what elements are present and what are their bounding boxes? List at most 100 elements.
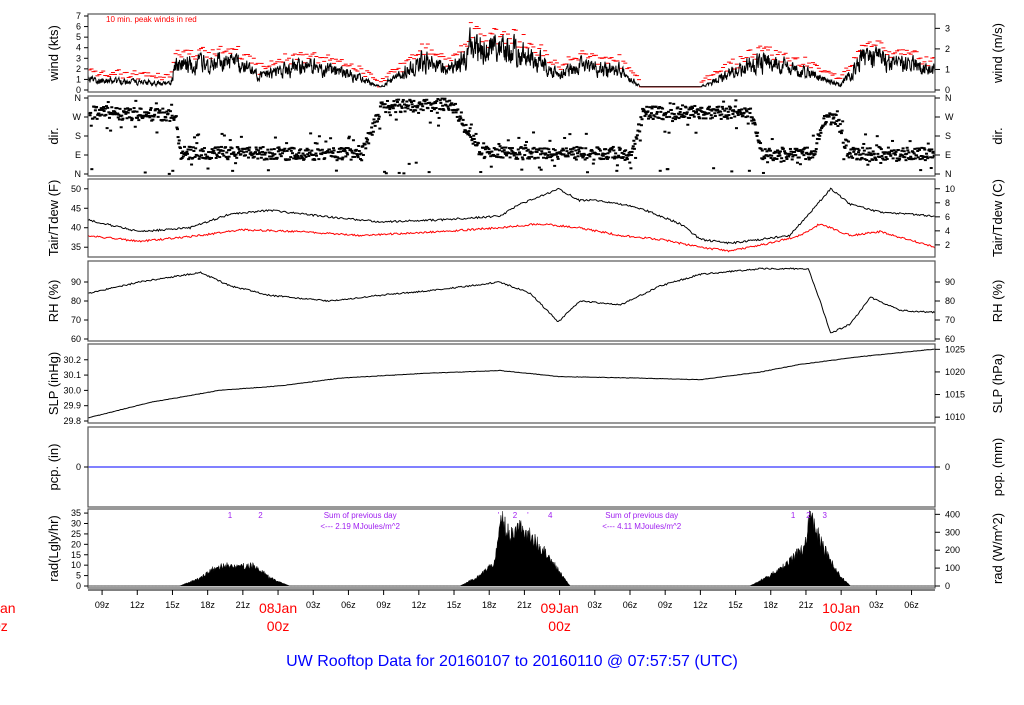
right-tick-label: S	[945, 131, 951, 141]
wind-dir-mark	[373, 124, 377, 127]
wind-dir-mark	[425, 98, 429, 101]
wind-dir-mark	[672, 113, 676, 116]
wind-dir-mark	[530, 155, 534, 158]
wind-dir-mark	[733, 115, 737, 118]
wind-dir-mark	[253, 151, 257, 154]
left-tick-label: W	[73, 112, 82, 122]
wind-dir-mark	[397, 98, 401, 101]
wind-dir-mark	[801, 150, 805, 153]
wind-dir-mark	[377, 117, 381, 120]
wind-dir-mark	[648, 114, 652, 117]
wind-dir-mark	[277, 146, 281, 149]
wind-dir-mark	[456, 108, 460, 111]
wind-dir-mark	[618, 147, 622, 150]
right-tick-label: 1020	[945, 367, 965, 377]
wind-dir-mark	[378, 105, 382, 108]
wind-dir-mark	[818, 129, 822, 132]
wind-dir-mark	[434, 102, 438, 105]
x-tick-label: 03z	[306, 600, 321, 610]
wind-dir-mark	[249, 151, 253, 154]
wind-dir-mark	[483, 155, 487, 158]
wind-dir-mark	[304, 155, 308, 158]
wind-dir-mark	[421, 109, 425, 112]
wind-dir-mark	[426, 107, 430, 110]
wind-dir-mark	[225, 151, 229, 154]
right-tick-label: 80	[945, 296, 955, 306]
wind-dir-mark	[630, 150, 634, 153]
wind-dir-mark	[247, 149, 251, 152]
wind-dir-mark	[919, 169, 923, 172]
wind-dir-mark	[700, 106, 704, 109]
wind-dir-mark	[781, 147, 785, 150]
wind-dir-mark	[666, 110, 670, 113]
wind-dir-mark	[405, 100, 409, 103]
rad-hour-mark: 4	[548, 511, 553, 520]
wind-dir-mark	[232, 151, 236, 154]
wind-dir-mark	[885, 158, 889, 161]
wind-dir-mark	[547, 151, 551, 154]
wind-dir-mark	[597, 153, 601, 156]
wind-dir-mark	[370, 133, 374, 136]
wind-dir-mark	[372, 118, 376, 121]
wind-dir-mark	[228, 139, 232, 142]
wind-dir-mark	[399, 111, 403, 114]
wind-dir-mark	[822, 117, 826, 120]
wind-dir-mark	[414, 161, 418, 164]
wind-dir-mark	[627, 153, 631, 156]
wind-dir-mark	[367, 142, 371, 145]
wind-dir-mark	[290, 152, 294, 155]
wind-dir-mark	[384, 172, 388, 175]
wind-dir-mark	[242, 151, 246, 154]
wind-dir-mark	[673, 118, 677, 121]
wind-dir-mark	[376, 113, 380, 116]
panel-rad: 1 2 ' 2 ' 4 1 2 3 Sum of previous day <--- 2.19 MJ…	[46, 508, 1005, 591]
wind-dir-mark	[143, 171, 147, 174]
wind-dir-mark	[905, 146, 909, 149]
wind-dir-mark	[149, 107, 153, 110]
wind-annotation: 10 min. peak winds in red	[106, 15, 197, 24]
wind-dir-mark	[639, 124, 643, 127]
left-tick-label: 10	[71, 560, 81, 570]
wind-dir-mark	[632, 147, 636, 150]
x-tick-label: 09z	[658, 600, 673, 610]
wind-dir-mark	[479, 171, 483, 174]
wind-dir-mark	[482, 142, 486, 145]
wind-dir-mark	[265, 158, 269, 161]
x-tick-label: 12z	[130, 600, 145, 610]
wind-dir-mark	[734, 127, 738, 130]
wind-dir-mark	[679, 108, 683, 111]
dir-frame	[87, 95, 936, 177]
wind-dir-mark	[688, 117, 692, 120]
wind-dir-mark	[778, 154, 782, 157]
wind-dir-mark	[746, 122, 750, 125]
wind-dir-mark	[639, 116, 643, 119]
wind-dir-mark	[884, 156, 888, 159]
wind-dir-mark	[788, 147, 792, 150]
right-tick-label: 0	[945, 581, 950, 591]
x-tick-label: 06z	[341, 600, 356, 610]
wind-dir-mark	[473, 140, 477, 143]
wind-dir-mark	[604, 148, 608, 151]
wind-dir-mark	[664, 113, 668, 116]
wind-dir-mark	[923, 159, 927, 162]
wind-dir-mark	[185, 150, 189, 153]
wind-dir-mark	[577, 150, 581, 153]
wind-dir-mark	[190, 163, 194, 166]
wind-dir-mark	[377, 115, 381, 118]
left-tick-label: 35	[71, 508, 81, 518]
wind-dir-mark	[643, 114, 647, 117]
wind-dir-mark	[556, 155, 560, 158]
wind-dir-mark	[813, 153, 817, 156]
wind-dir-mark	[468, 134, 472, 137]
left-tick-label: E	[75, 150, 81, 160]
wind-dir-mark	[907, 151, 911, 154]
wind-dir-mark	[349, 158, 353, 161]
wind-dir-mark	[844, 144, 848, 147]
x-tick-label: 12z	[412, 600, 427, 610]
wind-dir-mark	[854, 153, 858, 156]
wind-dir-mark	[152, 115, 156, 118]
wind-dir-mark	[815, 142, 819, 145]
wind-dir-mark	[546, 156, 550, 159]
wind-dir-mark	[683, 115, 687, 118]
wind-dir-mark	[915, 154, 919, 157]
